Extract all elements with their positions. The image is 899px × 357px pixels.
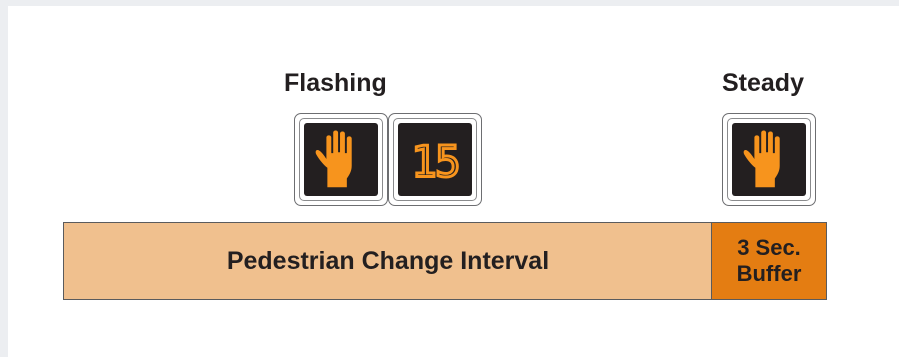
signal-face bbox=[304, 123, 378, 196]
pedestrian-change-interval-bar: Pedestrian Change Interval bbox=[63, 222, 713, 300]
buffer-label-line2: Buffer bbox=[736, 261, 802, 286]
countdown-signal: 15 bbox=[388, 113, 482, 206]
flashing-hand-signal bbox=[294, 113, 388, 206]
signal-face bbox=[732, 123, 806, 196]
steady-label: Steady bbox=[722, 69, 804, 97]
steady-hand-signal bbox=[722, 113, 816, 206]
hand-icon bbox=[315, 130, 352, 188]
buffer-label-line1: 3 Sec. bbox=[737, 234, 801, 260]
flashing-label: Flashing bbox=[284, 69, 387, 97]
buffer-bar: 3 Sec. Buffer bbox=[711, 222, 827, 300]
hand-icon bbox=[743, 130, 780, 188]
countdown-face: 15 bbox=[398, 123, 472, 196]
pedestrian-change-interval-label: Pedestrian Change Interval bbox=[226, 246, 550, 275]
countdown-digits: 15 bbox=[411, 138, 459, 188]
